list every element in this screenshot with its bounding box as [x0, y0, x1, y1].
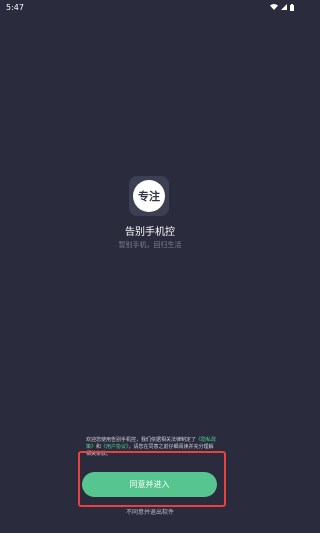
- privacy-text-before: 欢迎您使用告别手机控，我们依据相关法律制定了: [86, 437, 197, 443]
- status-icons: [270, 3, 294, 11]
- agree-and-enter-button[interactable]: 同意并进入: [82, 472, 217, 497]
- app-icon-badge: 专注: [133, 180, 165, 212]
- disagree-and-exit-link[interactable]: 不同意并退出软件: [0, 507, 300, 516]
- app-name: 告别手机控: [125, 227, 175, 238]
- status-bar: 5:47: [0, 0, 300, 14]
- app-icon: 专注: [129, 176, 169, 216]
- status-time: 5:47: [6, 2, 24, 12]
- user-agreement-link[interactable]: 《用户协议》: [101, 444, 129, 450]
- app-slogan: 暂别手机，回归生活: [118, 241, 182, 249]
- wifi-icon: [270, 4, 278, 10]
- battery-icon: [290, 3, 294, 11]
- signal-icon: [281, 4, 287, 10]
